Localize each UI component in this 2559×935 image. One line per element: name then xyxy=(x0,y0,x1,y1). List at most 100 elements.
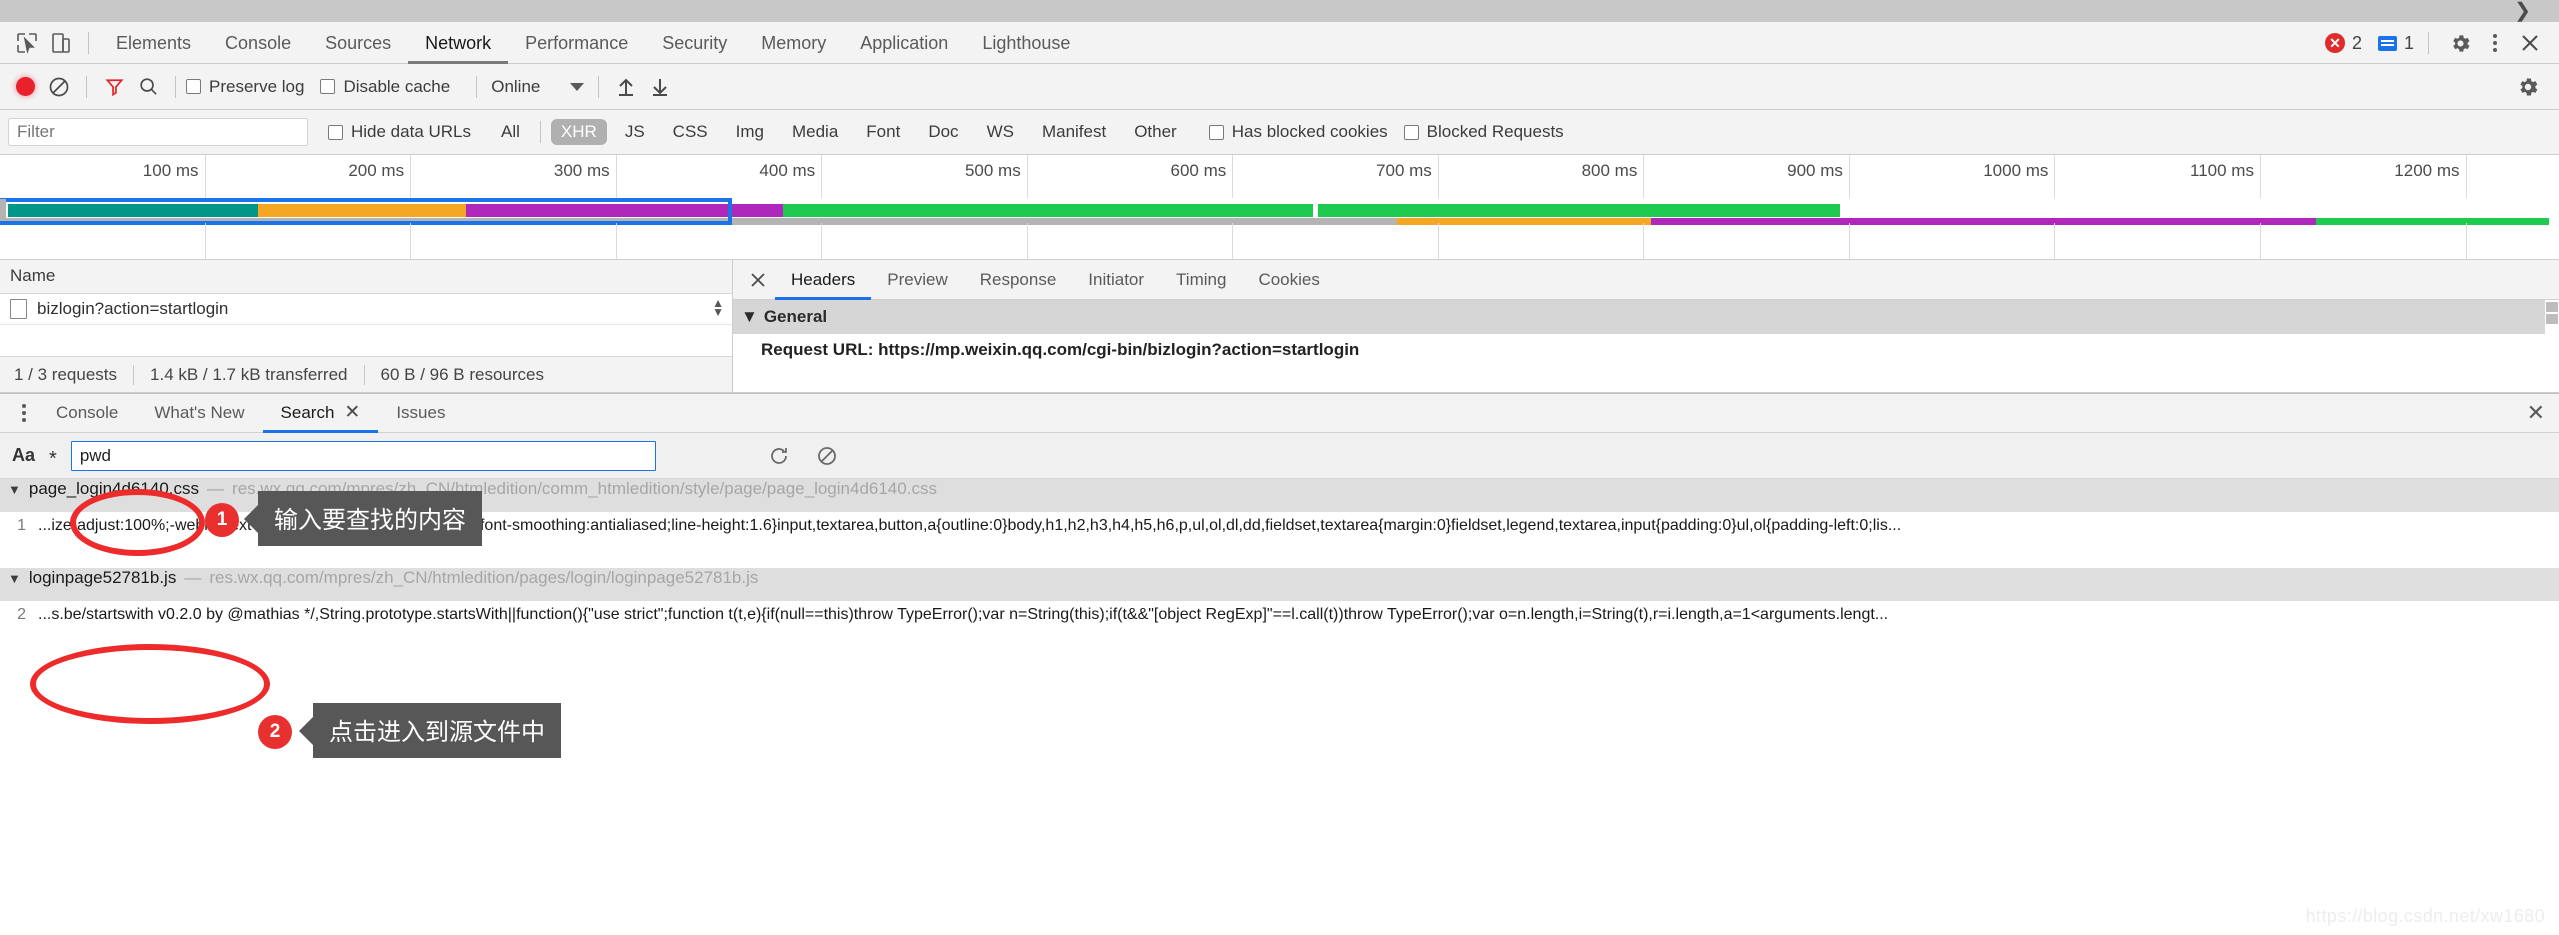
timeline-ruler: 100 ms 200 ms 300 ms 400 ms 500 ms 600 ms 700 … xyxy=(0,155,2559,198)
type-filter-css[interactable]: CSS xyxy=(663,119,718,145)
message-count-badge[interactable]: 1 xyxy=(2377,33,2414,54)
tab-performance[interactable]: Performance xyxy=(508,22,645,64)
type-filter-ws[interactable]: WS xyxy=(977,119,1024,145)
filter-input[interactable] xyxy=(8,118,308,146)
blocked-requests-label: Blocked Requests xyxy=(1426,122,1564,141)
general-section-title: General xyxy=(763,307,828,326)
tab-headers[interactable]: Headers xyxy=(775,260,871,300)
general-section-header[interactable]: ▼ General xyxy=(733,300,2559,334)
tab-console[interactable]: Console xyxy=(208,22,308,64)
clear-no-entry-icon[interactable] xyxy=(42,72,76,102)
tab-security[interactable]: Security xyxy=(645,22,744,64)
type-filter-doc[interactable]: Doc xyxy=(918,119,968,145)
error-count-label: 2 xyxy=(2351,32,2362,53)
has-blocked-cookies-checkbox[interactable]: Has blocked cookies xyxy=(1208,122,1388,142)
tab-lighthouse[interactable]: Lighthouse xyxy=(965,22,1087,64)
column-header-name[interactable]: Name xyxy=(0,260,732,294)
divider xyxy=(88,31,89,54)
tab-cookies[interactable]: Cookies xyxy=(1242,260,1335,300)
device-toolbar-icon[interactable] xyxy=(44,28,78,58)
search-input[interactable] xyxy=(70,440,656,471)
tab-application[interactable]: Application xyxy=(843,22,965,64)
request-detail-pane: Headers Preview Response Initiator Timin… xyxy=(733,260,2559,392)
drawer-tab-issues[interactable]: Issues xyxy=(378,393,463,433)
close-icon[interactable] xyxy=(741,265,775,295)
type-filter-other[interactable]: Other xyxy=(1124,119,1187,145)
record-circle-icon[interactable] xyxy=(8,72,42,102)
gear-icon[interactable] xyxy=(2511,72,2545,102)
result-line-number: 1 xyxy=(17,517,26,534)
result-line-number: 2 xyxy=(17,606,26,623)
table-row[interactable]: bizlogin?action=startlogin ▲ ▼ xyxy=(0,294,732,325)
overview-scroll-handle[interactable] xyxy=(0,199,6,221)
close-icon[interactable]: ✕ xyxy=(344,402,360,424)
divider xyxy=(175,75,176,98)
message-square-icon xyxy=(2377,35,2397,51)
tab-initiator[interactable]: Initiator xyxy=(1072,260,1160,300)
type-filter-all[interactable]: All xyxy=(491,119,530,145)
request-url-row: Request URL: https://mp.weixin.qq.com/cg… xyxy=(761,340,1360,359)
kebab-menu-icon[interactable] xyxy=(10,399,38,427)
error-count-badge[interactable]: ✕ 2 xyxy=(2324,32,2362,54)
type-filter-font[interactable]: Font xyxy=(856,119,910,145)
result-file-name: loginpage52781b.js xyxy=(28,568,177,587)
tab-network[interactable]: Network xyxy=(408,22,508,64)
chevron-right-icon[interactable]: ❯ xyxy=(2514,1,2531,21)
hide-data-urls-checkbox[interactable]: Hide data URLs xyxy=(328,122,471,142)
kebab-menu-icon[interactable] xyxy=(2481,29,2509,57)
checkbox-box xyxy=(1403,124,1419,140)
import-har-arrow-up-icon[interactable] xyxy=(609,72,643,102)
tab-preview[interactable]: Preview xyxy=(871,260,963,300)
timeline-gridline xyxy=(0,223,2467,259)
refresh-icon[interactable] xyxy=(762,441,796,471)
search-result-line[interactable]: 2 ...s.be/startswith v0.2.0 by @mathias … xyxy=(0,601,2559,629)
type-filter-img[interactable]: Img xyxy=(726,119,774,145)
timeline-selection-window[interactable] xyxy=(0,198,732,225)
hide-data-urls-label: Hide data URLs xyxy=(351,122,472,141)
browser-tab[interactable] xyxy=(0,4,58,22)
drawer-close-icon[interactable]: ✕ xyxy=(2527,402,2545,424)
preserve-log-label: Preserve log xyxy=(209,76,305,96)
blocked-requests-checkbox[interactable]: Blocked Requests xyxy=(1403,122,1564,142)
preserve-log-checkbox[interactable]: Preserve log xyxy=(186,77,304,97)
throttling-select[interactable]: Online xyxy=(491,77,585,97)
devtools-tab-bar: Elements Console Sources Network Perform… xyxy=(0,22,2559,64)
divider xyxy=(2428,32,2429,54)
network-overview-timeline[interactable]: 100 ms 200 ms 300 ms 400 ms 500 ms 600 ms 700 … xyxy=(0,155,2559,260)
type-filter-manifest[interactable]: Manifest xyxy=(1032,119,1116,145)
tab-sources[interactable]: Sources xyxy=(308,22,408,64)
tab-timing[interactable]: Timing xyxy=(1160,260,1242,300)
clear-search-icon[interactable] xyxy=(810,441,844,471)
match-case-button[interactable]: Aa xyxy=(12,445,35,466)
right-scroll-rail[interactable] xyxy=(2547,22,2559,935)
search-result-file-header[interactable]: ▼ loginpage52781b.js — res.wx.qq.com/mpr… xyxy=(0,568,2559,601)
filter-funnel-icon[interactable] xyxy=(97,72,131,102)
checkbox-box xyxy=(328,124,343,140)
drawer-tab-label: Console xyxy=(56,403,119,422)
triangle-down-icon[interactable]: ▼ xyxy=(8,482,21,497)
type-filter-media[interactable]: Media xyxy=(782,119,848,145)
has-blocked-cookies-label: Has blocked cookies xyxy=(1231,122,1388,141)
drawer-tab-label: What's New xyxy=(154,403,245,422)
type-filter-xhr[interactable]: XHR xyxy=(550,119,607,145)
network-settings-area xyxy=(2511,64,2545,110)
triangle-down-icon[interactable]: ▼ xyxy=(8,571,21,586)
disable-cache-checkbox[interactable]: Disable cache xyxy=(320,77,450,97)
sort-arrows-icon[interactable]: ▲ ▼ xyxy=(712,297,724,318)
close-icon[interactable] xyxy=(2513,28,2547,58)
inspect-element-icon[interactable] xyxy=(10,28,44,58)
tab-memory[interactable]: Memory xyxy=(744,22,843,64)
drawer-tab-search[interactable]: Search ✕ xyxy=(263,393,379,433)
regex-button[interactable]: * xyxy=(49,448,57,469)
tab-elements[interactable]: Elements xyxy=(99,22,208,64)
type-filter-js[interactable]: JS xyxy=(615,119,655,145)
export-har-arrow-down-icon[interactable] xyxy=(643,72,677,102)
drawer-tab-console[interactable]: Console xyxy=(38,393,136,433)
search-magnifier-icon[interactable] xyxy=(131,72,165,102)
error-circle-icon: ✕ xyxy=(2324,33,2345,53)
tab-response[interactable]: Response xyxy=(964,260,1073,300)
summary-transferred: 1.4 kB / 1.7 kB transferred xyxy=(150,364,348,384)
gear-icon[interactable] xyxy=(2443,28,2477,58)
drawer-tab-label: Search xyxy=(280,403,335,422)
drawer-tab-whats-new[interactable]: What's New xyxy=(136,393,262,433)
